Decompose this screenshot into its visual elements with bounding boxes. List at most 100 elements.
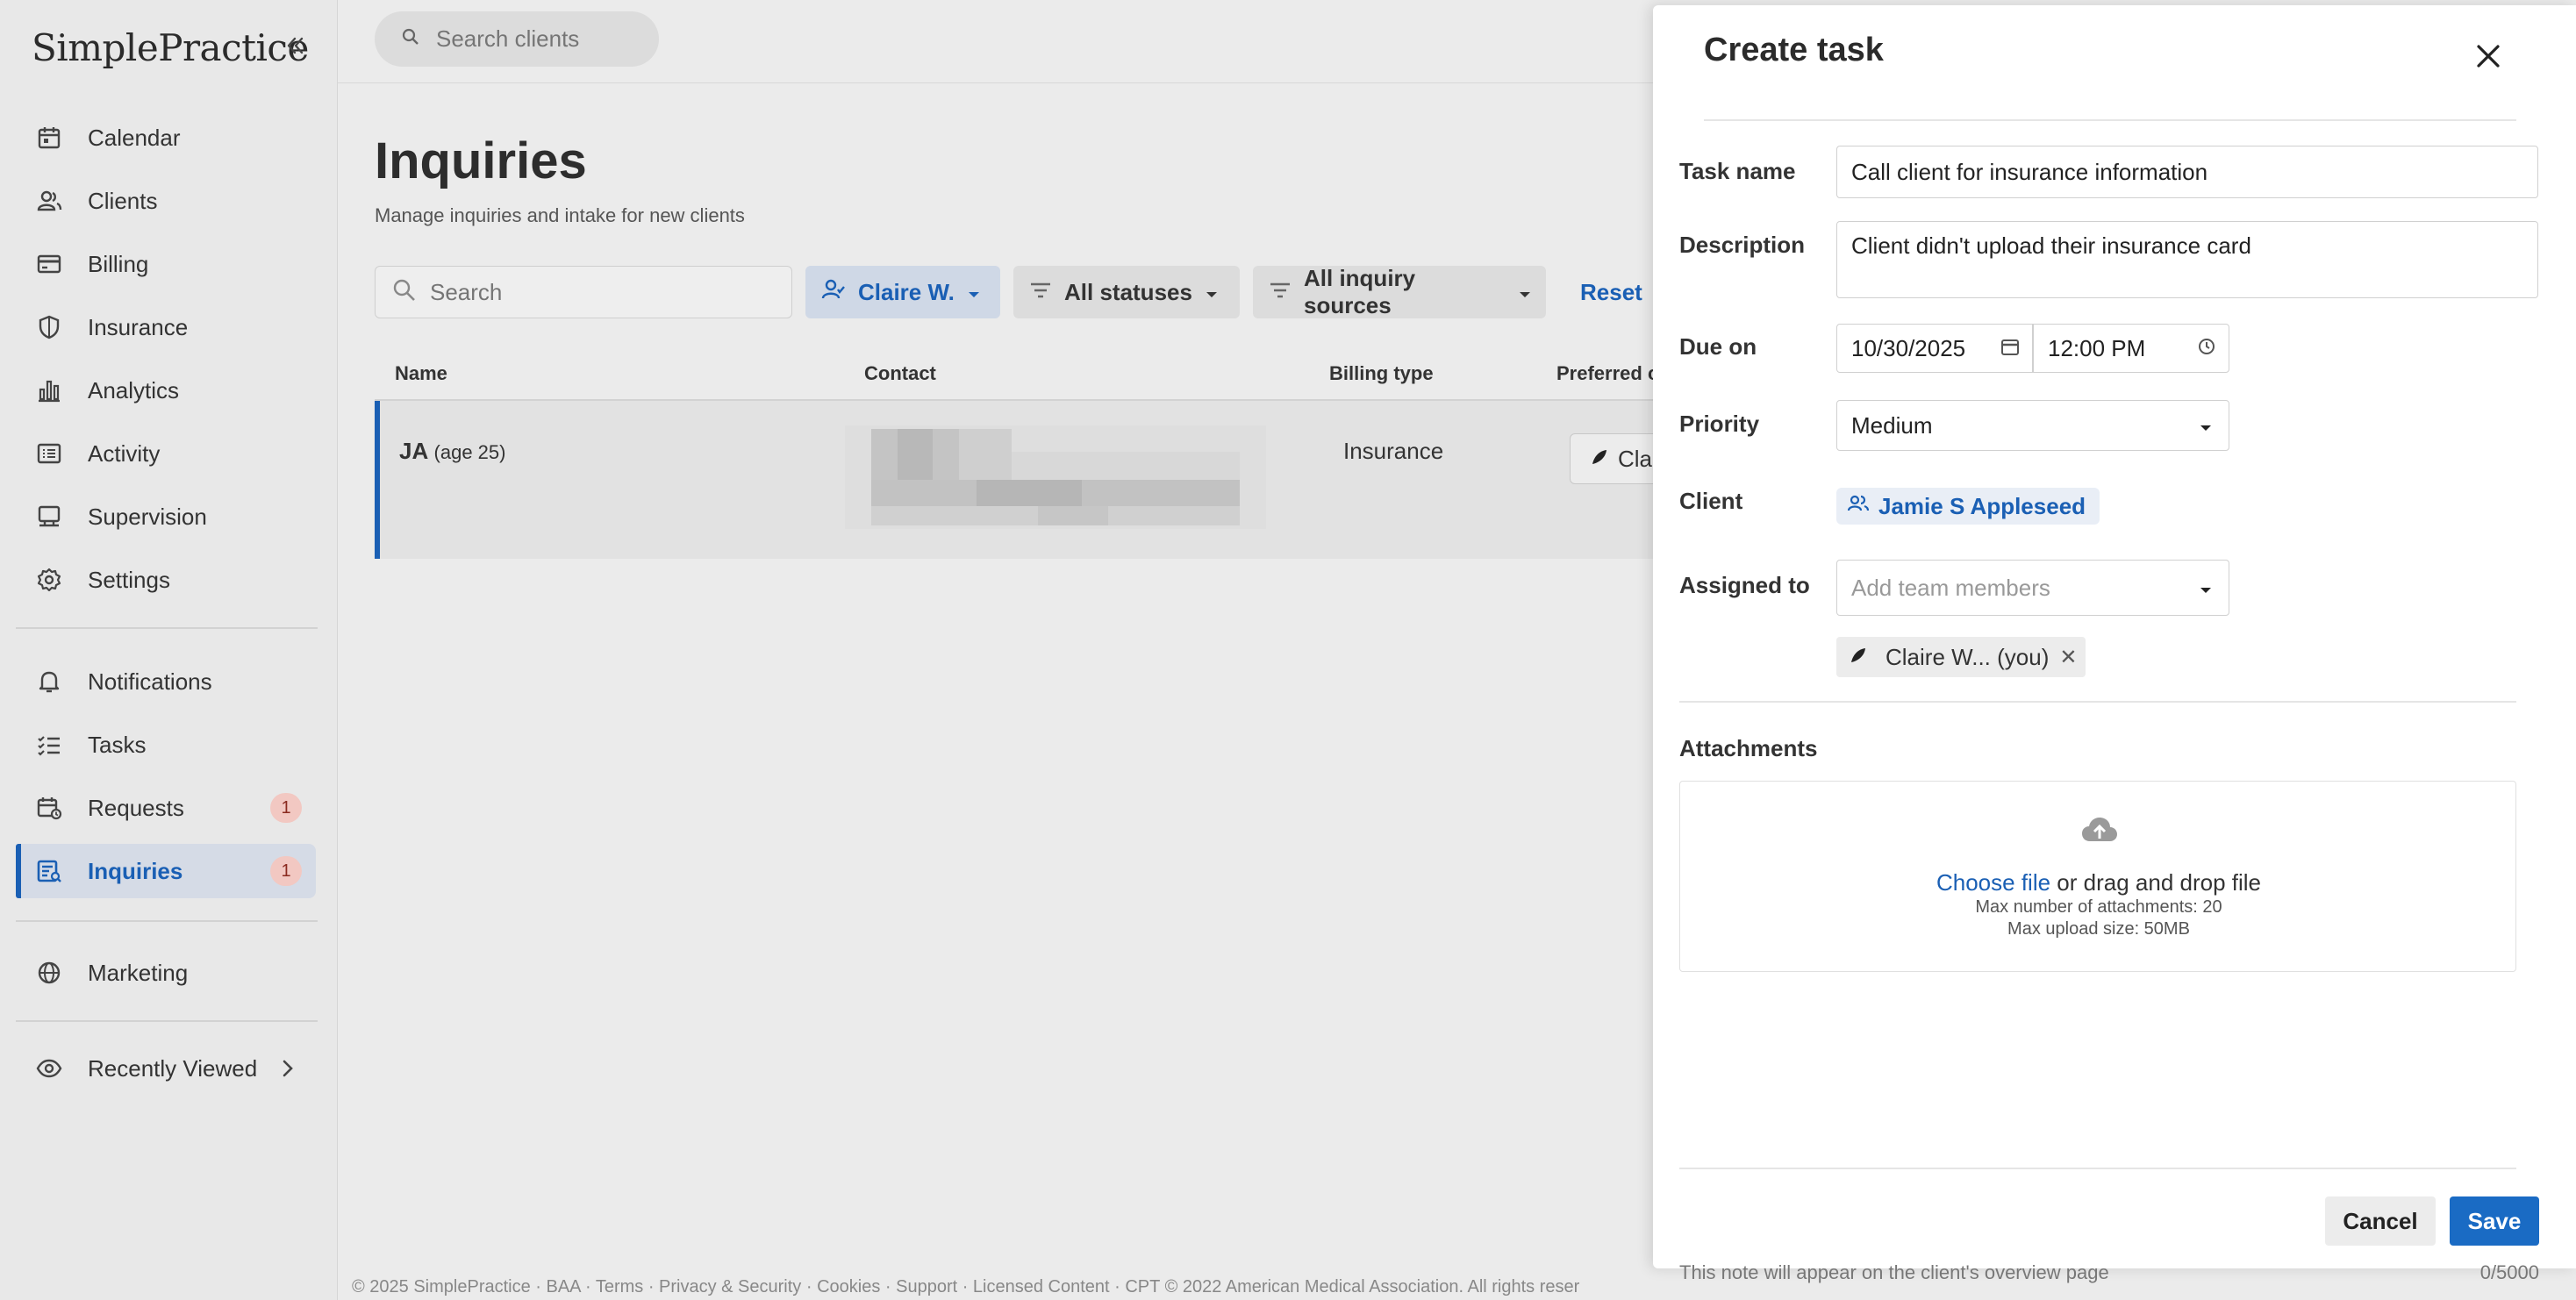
filter-icon (1269, 279, 1292, 306)
sidebar-item-marketing[interactable]: Marketing (16, 946, 316, 1000)
sidebar-item-label: Billing (88, 250, 149, 277)
column-header-preferred[interactable]: Preferred c (1556, 362, 1658, 385)
inquiries-icon (32, 854, 67, 889)
section-divider (1679, 701, 2516, 703)
client-name: Jamie S Appleseed (1878, 492, 2086, 519)
sidebar-item-calendar[interactable]: Calendar (16, 111, 316, 165)
user-group-icon (821, 277, 846, 308)
priority-select[interactable]: Medium (1836, 400, 2229, 451)
filter-icon (1029, 279, 1052, 306)
column-header-name[interactable]: Name (395, 362, 447, 385)
page-title: Inquiries (375, 132, 587, 189)
sidebar-item-notifications[interactable]: Notifications (16, 654, 316, 709)
task-name-label: Task name (1679, 158, 1796, 184)
close-icon[interactable] (2469, 37, 2508, 75)
page-subtitle: Manage inquiries and intake for new clie… (375, 204, 745, 226)
priority-value: Medium (1851, 411, 1933, 439)
search-icon (401, 27, 420, 51)
global-search-input[interactable] (436, 25, 638, 53)
assigned-to-label: Assigned to (1679, 572, 1810, 598)
sidebar-item-tasks[interactable]: Tasks (16, 718, 316, 772)
description-textarea[interactable]: Client didn't upload their insurance car… (1836, 221, 2538, 298)
sidebar-item-label: Marketing (88, 959, 189, 986)
sidebar-item-label: Insurance (88, 313, 189, 340)
sidebar-item-insurance[interactable]: Insurance (16, 300, 316, 354)
drag-drop-text: or drag and drop file (2057, 869, 2262, 896)
sidebar-item-label: Activity (88, 439, 161, 467)
shield-icon (32, 310, 67, 345)
description-label: Description (1679, 232, 1806, 258)
clients-icon (32, 183, 67, 218)
clinician-filter[interactable]: Claire W. (805, 266, 1000, 318)
caret-down-icon (1205, 279, 1219, 306)
calendar-icon[interactable] (2000, 335, 2020, 362)
inquiries-count-badge: 1 (270, 856, 302, 886)
sidebar-item-activity[interactable]: Activity (16, 426, 316, 481)
client-age: (age 25) (433, 441, 506, 463)
sidebar-item-label: Clients (88, 187, 158, 214)
eye-icon (32, 1051, 67, 1086)
sidebar-item-settings[interactable]: Settings (16, 553, 316, 607)
client-label: Client (1679, 488, 1743, 514)
due-time-input[interactable]: 12:00 PM (2033, 324, 2229, 373)
sidebar-item-label: Tasks (88, 731, 147, 758)
attachments-label: Attachments (1679, 735, 1818, 761)
footer-divider (1679, 1168, 2516, 1169)
reset-filters-link[interactable]: Reset (1580, 279, 1642, 306)
global-search[interactable] (375, 11, 659, 67)
sidebar-divider (16, 920, 318, 922)
source-filter[interactable]: All inquiry sources (1253, 265, 1546, 318)
sidebar-item-label: Supervision (88, 503, 207, 530)
character-count: 0/5000 (2479, 1261, 2539, 1283)
column-header-billing-type[interactable]: Billing type (1329, 362, 1434, 385)
priority-label: Priority (1679, 411, 1760, 437)
max-attachments-text: Max number of attachments: 20 (1975, 897, 2222, 917)
clients-icon (1847, 493, 1870, 520)
gear-icon (32, 562, 67, 597)
sidebar-item-label: Inquiries (88, 857, 183, 884)
status-filter[interactable]: All statuses (1013, 266, 1240, 318)
client-link[interactable]: Jamie S Appleseed (1836, 488, 2100, 525)
inquiries-search[interactable] (375, 266, 792, 318)
sidebar-item-inquiries[interactable]: Inquiries 1 (16, 844, 316, 898)
create-task-panel: Create task Task name Call client for in… (1653, 5, 2576, 1268)
client-initials[interactable]: JA (age 25) (399, 438, 505, 465)
requests-icon (32, 790, 67, 825)
cancel-button[interactable]: Cancel (2325, 1196, 2436, 1246)
sidebar-item-billing[interactable]: Billing (16, 237, 316, 291)
modal-title: Create task (1704, 32, 1884, 68)
sidebar-item-supervision[interactable]: Supervision (16, 489, 316, 544)
leaf-icon (1849, 644, 1868, 671)
dropzone-instructions: Choose file or drag and drop file (1680, 869, 2517, 896)
caret-down-icon (967, 279, 981, 306)
sidebar-item-clients[interactable]: Clients (16, 174, 316, 228)
caret-down-icon (1518, 279, 1532, 306)
sidebar-item-analytics[interactable]: Analytics (16, 363, 316, 418)
sidebar-item-label: Requests (88, 794, 184, 821)
inquiries-search-input[interactable] (430, 278, 781, 306)
table-row[interactable]: JA (age 25) Insurance Clair (375, 401, 1710, 559)
note-visibility-hint: This note will appear on the client's ov… (1679, 1261, 2109, 1283)
globe-icon (32, 955, 67, 990)
sidebar-divider (16, 627, 318, 629)
file-dropzone[interactable]: Choose file or drag and drop file Max nu… (1679, 781, 2516, 972)
footer-links[interactable]: © 2025 SimplePractice · BAA · Terms · Pr… (352, 1277, 1579, 1297)
source-filter-label: All inquiry sources (1304, 265, 1416, 318)
clock-icon[interactable] (2197, 335, 2216, 362)
due-date-input[interactable]: 10/30/2025 (1836, 324, 2033, 373)
calendar-icon (32, 120, 67, 155)
bell-icon (32, 664, 67, 699)
assignee-placeholder: Add team members (1851, 574, 2050, 601)
modal-header-divider (1704, 119, 2516, 121)
sidebar-item-recently-viewed[interactable]: Recently Viewed (16, 1041, 316, 1096)
assignee-select[interactable]: Add team members (1836, 560, 2229, 616)
choose-file-link[interactable]: Choose file (1936, 869, 2050, 896)
remove-assignee-icon[interactable]: ✕ (2059, 645, 2077, 670)
supervision-icon (32, 499, 67, 534)
app-logo[interactable]: SimplePractice (32, 26, 309, 69)
column-header-contact[interactable]: Contact (864, 362, 936, 385)
save-button[interactable]: Save (2450, 1196, 2539, 1246)
task-name-input[interactable]: Call client for insurance information (1836, 146, 2538, 198)
collapse-sidebar-icon[interactable] (281, 32, 309, 60)
sidebar-item-requests[interactable]: Requests 1 (16, 781, 316, 835)
